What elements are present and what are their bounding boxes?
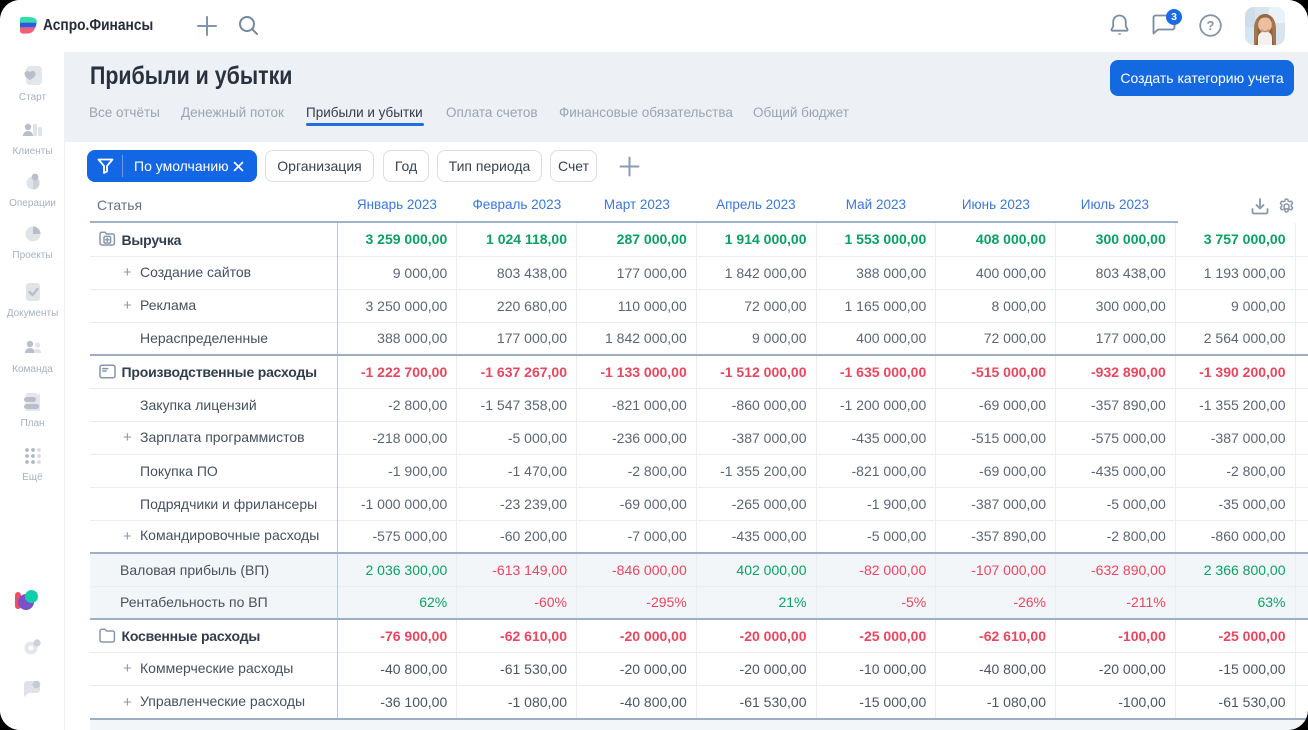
svg-text:?: ?	[1207, 18, 1215, 33]
